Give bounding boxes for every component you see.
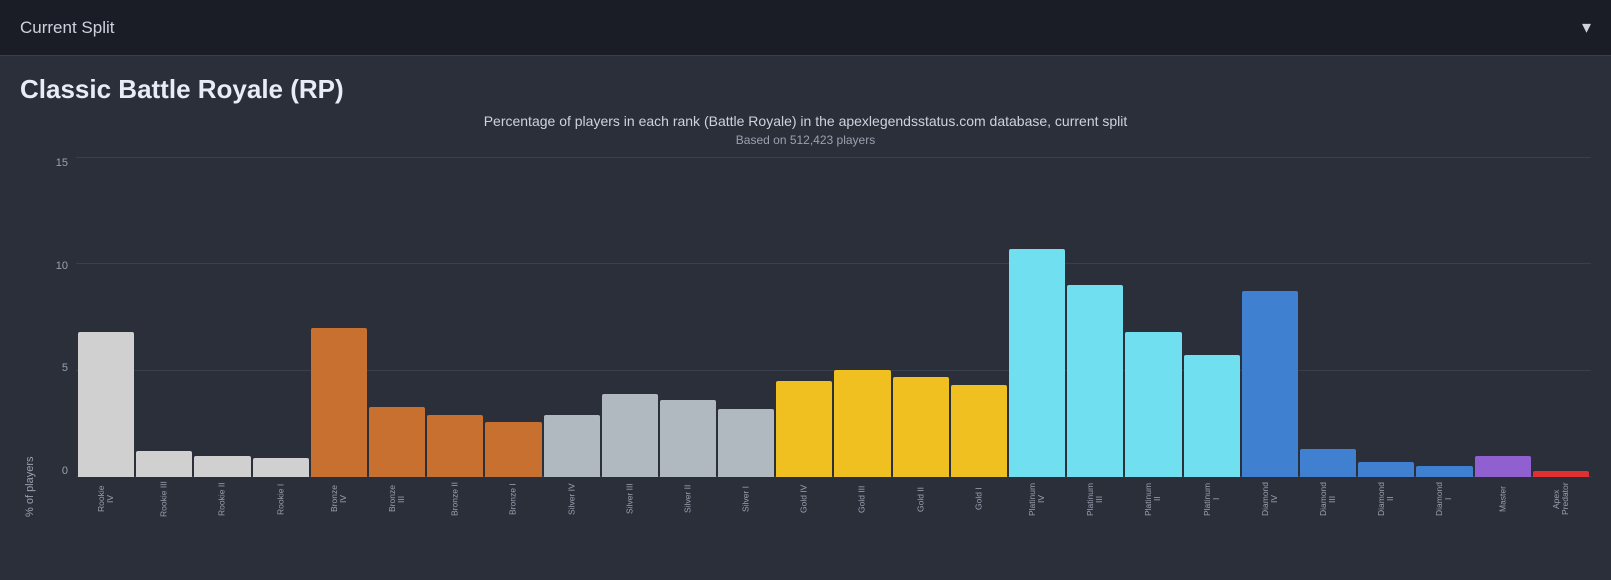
x-labels: Rookie IVRookie IIIRookie IIRookie IBron… [76,477,1591,517]
x-tick-label: Rookie II [194,481,250,517]
x-tick-label: Platinum II [1125,481,1181,517]
bar[interactable] [1184,355,1240,477]
y-axis-title: % of players [20,157,36,517]
x-tick-label: Diamond IV [1242,481,1298,517]
x-tick-label: Bronze II [427,481,483,517]
bar[interactable] [1475,456,1531,477]
bar[interactable] [369,407,425,477]
bar-group [1358,157,1414,477]
bar[interactable] [1125,332,1181,477]
bar-group [893,157,949,477]
y-tick-label: 0 [62,465,68,477]
bar-group [544,157,600,477]
bar[interactable] [78,332,134,477]
chart-title: Percentage of players in each rank (Batt… [20,113,1591,129]
bar-group [1067,157,1123,477]
bar[interactable] [893,377,949,477]
top-bar: Current Split ▾ [0,0,1611,56]
chart-container: % of players 151050 Rookie IVRookie IIIR… [20,157,1591,517]
y-tick-label: 5 [62,362,68,374]
x-tick-label: Gold II [893,481,949,517]
x-tick-label: Platinum III [1067,481,1123,517]
bar[interactable] [602,394,658,477]
y-tick-label: 10 [56,260,68,272]
bar-group [776,157,832,477]
x-tick-label: Platinum IV [1009,481,1065,517]
bar-group [1184,157,1240,477]
chart-inner: Rookie IVRookie IIIRookie IIRookie IBron… [76,157,1591,517]
bar-group [1416,157,1472,477]
bar[interactable] [660,400,716,477]
x-tick-label: Rookie III [136,481,192,517]
chart-subtitle: Based on 512,423 players [20,133,1591,147]
bar[interactable] [951,385,1007,477]
x-tick-label: Bronze IV [311,481,367,517]
y-tick-label: 15 [56,157,68,169]
x-tick-label: Apex Predator [1533,481,1589,517]
bar[interactable] [1242,291,1298,477]
bar-group [660,157,716,477]
page-title: Classic Battle Royale (RP) [0,56,1611,113]
x-tick-label: Gold III [834,481,890,517]
bar-group [369,157,425,477]
x-tick-label: Gold I [951,481,1007,517]
bar-group [253,157,309,477]
bar-group [1125,157,1181,477]
bar-group [1533,157,1589,477]
x-tick-label: Diamond III [1300,481,1356,517]
x-tick-label: Gold IV [776,481,832,517]
x-tick-label: Silver II [660,481,716,517]
bar[interactable] [1416,466,1472,477]
bar-group [1242,157,1298,477]
bar-group [1300,157,1356,477]
bar[interactable] [253,458,309,477]
bar[interactable] [1358,462,1414,477]
bar[interactable] [136,451,192,477]
x-tick-label: Platinum I [1184,481,1240,517]
bar-group [136,157,192,477]
x-tick-label: Master [1475,481,1531,517]
bar[interactable] [544,415,600,477]
bar[interactable] [311,328,367,477]
bar[interactable] [1067,285,1123,477]
bar-group [1009,157,1065,477]
bar-group [1475,157,1531,477]
bar-group [485,157,541,477]
bar-group [602,157,658,477]
bar[interactable] [834,370,890,477]
bar[interactable] [194,456,250,477]
bar-group [194,157,250,477]
x-tick-label: Silver III [602,481,658,517]
x-tick-label: Rookie I [253,481,309,517]
bar-group [834,157,890,477]
x-tick-label: Diamond II [1358,481,1414,517]
bar-group [951,157,1007,477]
bar[interactable] [1009,249,1065,477]
x-tick-label: Diamond I [1416,481,1472,517]
x-tick-label: Rookie IV [78,481,134,517]
bar[interactable] [718,409,774,477]
bar-group [78,157,134,477]
x-tick-label: Silver IV [544,481,600,517]
top-bar-title: Current Split [20,18,114,38]
chevron-down-icon[interactable]: ▾ [1582,17,1591,38]
bar[interactable] [485,422,541,477]
bar[interactable] [427,415,483,477]
chart-area: Percentage of players in each rank (Batt… [0,113,1611,537]
y-axis: 15 10 5 0 [36,157,76,517]
bars-area [76,157,1591,477]
bar-group [311,157,367,477]
x-tick-label: Silver I [718,481,774,517]
x-tick-label: Bronze I [485,481,541,517]
bar-group [427,157,483,477]
x-tick-label: Bronze III [369,481,425,517]
bar[interactable] [776,381,832,477]
bar-group [718,157,774,477]
bar[interactable] [1300,449,1356,477]
